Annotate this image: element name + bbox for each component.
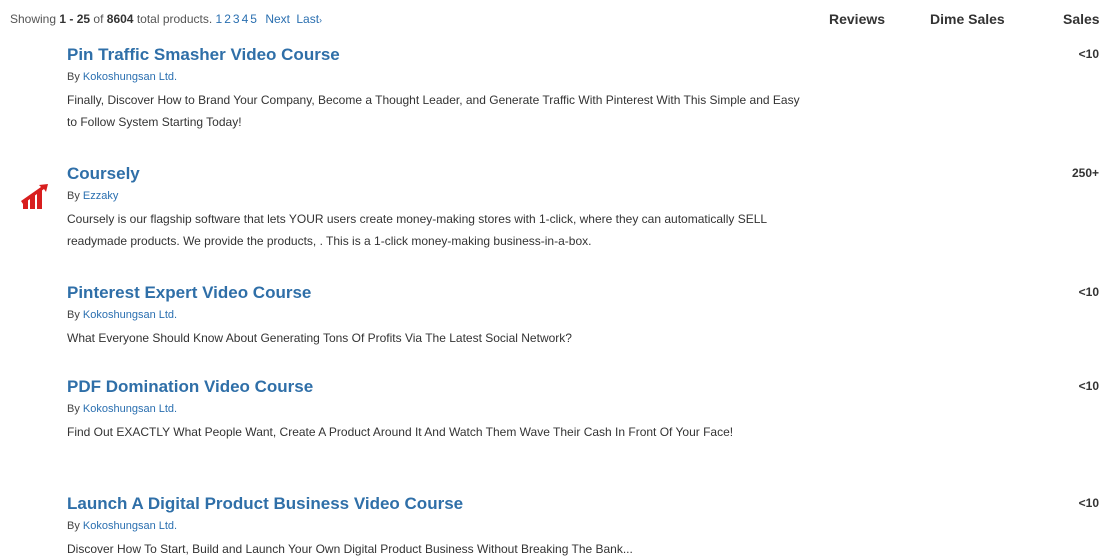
coursely-logo-svg xyxy=(21,184,48,209)
vendor-by-label: By xyxy=(67,403,80,415)
product-description: Coursely is our flagship software that l… xyxy=(67,212,767,248)
vendor-by-label: By xyxy=(67,520,80,532)
coursely-logo-icon[interactable] xyxy=(21,184,49,210)
product-sales: 250+ xyxy=(1071,166,1099,180)
product-title-link[interactable]: PDF Domination Video Course xyxy=(67,377,313,397)
product-title-link[interactable]: Coursely xyxy=(67,164,140,184)
product-description: Find Out EXACTLY What People Want, Creat… xyxy=(67,425,734,439)
product-vendor: By Kokoshungsan Ltd. xyxy=(67,403,177,415)
product-description: Finally, Discover How to Brand Your Comp… xyxy=(67,93,800,129)
product-sales: <10 xyxy=(1078,379,1099,393)
product-title-link[interactable]: Pinterest Expert Video Course xyxy=(67,283,311,303)
vendor-link[interactable]: Ezzaky xyxy=(83,190,118,202)
product-vendor: By Kokoshungsan Ltd. xyxy=(67,520,177,532)
vendor-link[interactable]: Kokoshungsan Ltd. xyxy=(83,403,177,415)
product-vendor: By Kokoshungsan Ltd. xyxy=(67,309,177,321)
product-sales: <10 xyxy=(1078,496,1099,510)
product-title-link[interactable]: Launch A Digital Product Business Video … xyxy=(67,494,463,514)
product-vendor: By Kokoshungsan Ltd. xyxy=(67,71,177,83)
vendor-by-label: By xyxy=(67,71,80,83)
product-title-link[interactable]: Pin Traffic Smasher Video Course xyxy=(67,45,340,65)
vendor-by-label: By xyxy=(67,190,80,202)
vendor-link[interactable]: Kokoshungsan Ltd. xyxy=(83,71,177,83)
product-description: What Everyone Should Know About Generati… xyxy=(67,331,572,345)
vendor-link[interactable]: Kokoshungsan Ltd. xyxy=(83,309,177,321)
vendor-link[interactable]: Kokoshungsan Ltd. xyxy=(83,520,177,532)
vendor-by-label: By xyxy=(67,309,80,321)
product-description: Discover How To Start, Build and Launch … xyxy=(67,542,633,556)
product-sales: <10 xyxy=(1078,47,1099,61)
product-vendor: By Ezzaky xyxy=(67,190,118,202)
product-sales: <10 xyxy=(1078,285,1099,299)
product-list: Pin Traffic Smasher Video Course By Koko… xyxy=(0,0,1111,559)
